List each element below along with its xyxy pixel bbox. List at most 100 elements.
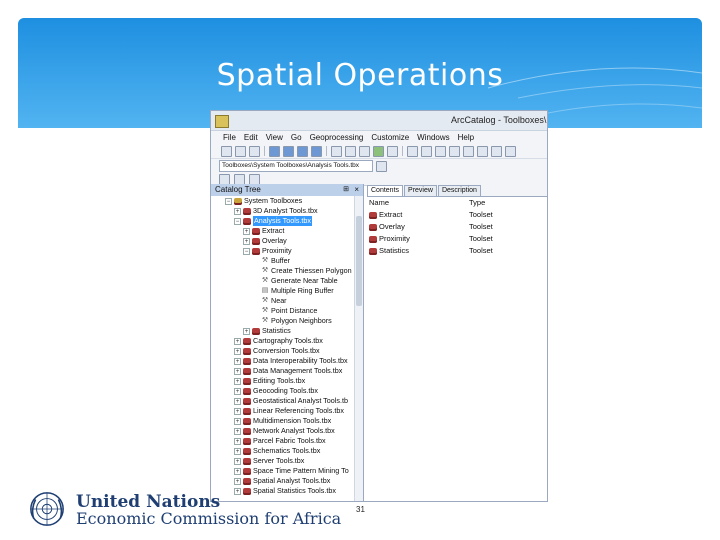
tab-preview[interactable]: Preview	[404, 185, 437, 196]
tree-item[interactable]: ⚒ Buffer	[211, 256, 363, 266]
globe-icon[interactable]	[505, 145, 516, 157]
title-bar[interactable]: ArcCatalog - Toolboxes\	[211, 111, 547, 131]
menu-customize[interactable]: Customize	[371, 133, 409, 142]
tree-item[interactable]: + Statistics	[211, 326, 363, 336]
full-extent-icon[interactable]	[449, 145, 460, 157]
expand-icon[interactable]: +	[234, 447, 241, 455]
list-item[interactable]: Overlay Toolset	[367, 221, 547, 233]
thumbnails-view-icon[interactable]	[311, 145, 322, 157]
tree-item[interactable]: ⚒ Generate Near Table	[211, 276, 363, 286]
close-icon[interactable]: ×	[354, 184, 359, 196]
list-item[interactable]: Statistics Toolset	[367, 245, 547, 257]
tree-item[interactable]: + Schematics Tools.tbx	[211, 446, 363, 456]
menu-view[interactable]: View	[266, 133, 283, 142]
tree-item[interactable]: + Extract	[211, 226, 363, 236]
menu-edit[interactable]: Edit	[244, 133, 258, 142]
expand-icon[interactable]: +	[234, 417, 241, 425]
tree-item[interactable]: +3D Analyst Tools.tbx	[211, 206, 363, 216]
tree-item[interactable]: + Data Interoperability Tools.tbx	[211, 356, 363, 366]
column-header-type[interactable]: Type	[469, 197, 485, 209]
expand-icon[interactable]: +	[234, 207, 241, 215]
up-one-level-icon[interactable]	[219, 173, 230, 185]
tree-item[interactable]: ⚒ Point Distance	[211, 306, 363, 316]
expand-icon[interactable]: +	[243, 227, 250, 235]
expand-icon[interactable]: +	[234, 387, 241, 395]
tree-item[interactable]: + Editing Tools.tbx	[211, 376, 363, 386]
details-view-icon[interactable]	[297, 145, 308, 157]
tree-item[interactable]: + Geocoding Tools.tbx	[211, 386, 363, 396]
expand-icon[interactable]: +	[234, 427, 241, 435]
tree-item[interactable]: + Network Analyst Tools.tbx	[211, 426, 363, 436]
scrollbar-thumb[interactable]	[356, 216, 362, 306]
expand-icon[interactable]: +	[234, 397, 241, 405]
tree-item[interactable]: + Geostatistical Analyst Tools.tb	[211, 396, 363, 406]
zoom-out-icon[interactable]	[421, 145, 432, 157]
expand-icon[interactable]: +	[234, 457, 241, 465]
tree-item[interactable]: + Space Time Pattern Mining To	[211, 466, 363, 476]
tree-item[interactable]: + Conversion Tools.tbx	[211, 346, 363, 356]
identify-icon[interactable]	[491, 145, 502, 157]
tree-item[interactable]: − Proximity	[211, 246, 363, 256]
contents-list: Extract Toolset Overlay Toolset Proximity Too…	[367, 209, 547, 257]
back-arrow-icon[interactable]	[463, 145, 474, 157]
column-header-name[interactable]: Name	[367, 197, 469, 209]
copy-icon[interactable]	[221, 145, 232, 157]
catalog-tree-toggle-icon[interactable]	[345, 145, 356, 157]
tree-item[interactable]: ⚒ Polygon Neighbors	[211, 316, 363, 326]
paste-icon[interactable]	[235, 145, 246, 157]
tree-item[interactable]: ▤ Multiple Ring Buffer	[211, 286, 363, 296]
tree-item[interactable]: + Linear Referencing Tools.tbx	[211, 406, 363, 416]
dropdown-arrow-icon[interactable]	[376, 160, 387, 172]
tree-item[interactable]: + Parcel Fabric Tools.tbx	[211, 436, 363, 446]
expand-icon[interactable]: +	[234, 477, 241, 485]
menu-geoprocessing[interactable]: Geoprocessing	[310, 133, 364, 142]
forward-arrow-icon[interactable]	[477, 145, 488, 157]
tree-item[interactable]: + Server Tools.tbx	[211, 456, 363, 466]
menu-file[interactable]: File	[223, 133, 236, 142]
list-item[interactable]: Extract Toolset	[367, 209, 547, 221]
tree-item[interactable]: ⚒ Create Thiessen Polygon	[211, 266, 363, 276]
launch-arcmap-icon[interactable]	[331, 145, 342, 157]
collapse-icon[interactable]: −	[225, 197, 232, 205]
search-window-icon[interactable]	[359, 145, 370, 157]
pan-icon[interactable]	[435, 145, 446, 157]
tree-item[interactable]: + Cartography Tools.tbx	[211, 336, 363, 346]
connect-folder-icon[interactable]	[234, 173, 245, 185]
expand-icon[interactable]: +	[234, 437, 241, 445]
zoom-in-icon[interactable]	[407, 145, 418, 157]
tree-item[interactable]: + Data Management Tools.tbx	[211, 366, 363, 376]
collapse-icon[interactable]: −	[234, 217, 241, 225]
list-view-icon[interactable]	[283, 145, 294, 157]
tree-item[interactable]: + Spatial Analyst Tools.tbx	[211, 476, 363, 486]
tab-description[interactable]: Description	[437, 185, 481, 196]
menu-go[interactable]: Go	[291, 133, 302, 142]
tree-item[interactable]: − Analysis Tools.tbx	[211, 216, 363, 226]
tree-item[interactable]: − System Toolboxes	[211, 196, 363, 206]
expand-icon[interactable]: +	[243, 327, 250, 335]
pin-icon[interactable]: ⊞	[343, 184, 349, 196]
large-icons-view-icon[interactable]	[269, 145, 280, 157]
delete-icon[interactable]	[249, 145, 260, 157]
expand-icon[interactable]: +	[234, 377, 241, 385]
location-input[interactable]: Toolboxes\System Toolboxes\Analysis Tool…	[219, 160, 373, 172]
list-item[interactable]: Proximity Toolset	[367, 233, 547, 245]
python-window-icon[interactable]	[387, 145, 398, 157]
tree-item[interactable]: ⚒ Near	[211, 296, 363, 306]
toolbox-window-icon[interactable]	[373, 145, 384, 157]
expand-icon[interactable]: +	[234, 367, 241, 375]
menu-windows[interactable]: Windows	[417, 133, 449, 142]
disconnect-folder-icon[interactable]	[249, 173, 260, 185]
tree-scrollbar[interactable]	[354, 196, 363, 501]
tab-contents[interactable]: Contents	[367, 185, 404, 196]
expand-icon[interactable]: +	[234, 347, 241, 355]
expand-icon[interactable]: +	[234, 407, 241, 415]
expand-icon[interactable]: +	[234, 467, 241, 475]
collapse-icon[interactable]: −	[243, 247, 250, 255]
expand-icon[interactable]: +	[234, 337, 241, 345]
expand-icon[interactable]: +	[234, 357, 241, 365]
tree-item[interactable]: + Multidimension Tools.tbx	[211, 416, 363, 426]
tree-item[interactable]: + Overlay	[211, 236, 363, 246]
menu-help[interactable]: Help	[458, 133, 474, 142]
expand-icon[interactable]: +	[243, 237, 250, 245]
